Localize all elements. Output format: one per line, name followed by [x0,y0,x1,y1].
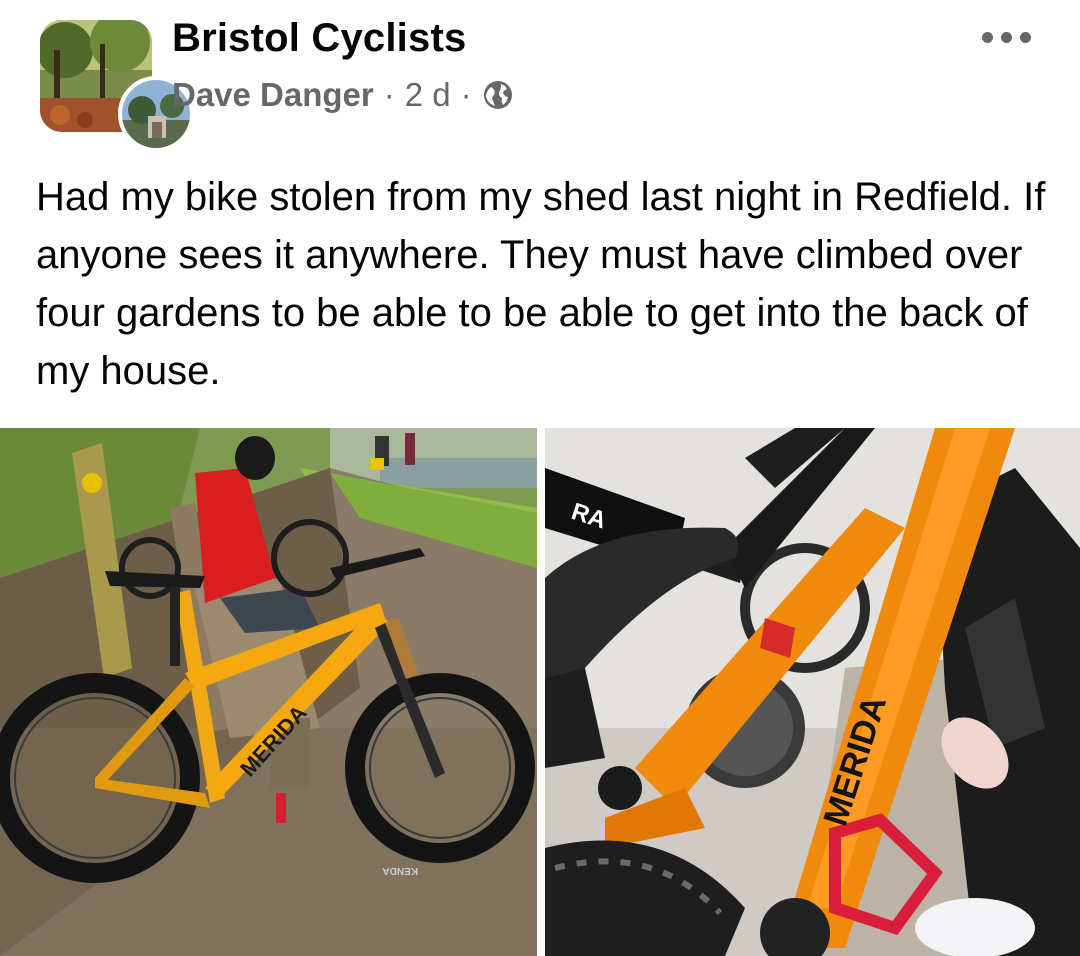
avatar-group[interactable] [40,20,194,152]
post-header: Bristol Cyclists Dave Danger · 2 d · [0,0,1080,152]
meta-separator: · [383,76,395,113]
author-name[interactable]: Dave Danger [172,76,374,114]
group-name[interactable]: Bristol Cyclists [172,16,466,61]
post-meta: Dave Danger · 2 d · [172,76,514,114]
left-tyre-text: KENDA [382,865,418,876]
bike-photo-left[interactable]: MERIDA KENDA [0,428,537,956]
more-options-dot [1019,31,1031,43]
more-options-icon [981,31,993,43]
more-options-dot [1000,31,1012,43]
post-text: Had my bike stolen from my shed last nig… [36,175,1046,393]
globe-icon [482,79,514,111]
more-options-button[interactable] [976,22,1036,52]
bike-photo-right[interactable]: RA MERIDA [545,428,1080,956]
timestamp[interactable]: 2 d [405,76,451,114]
meta-separator-2: · [460,76,472,113]
